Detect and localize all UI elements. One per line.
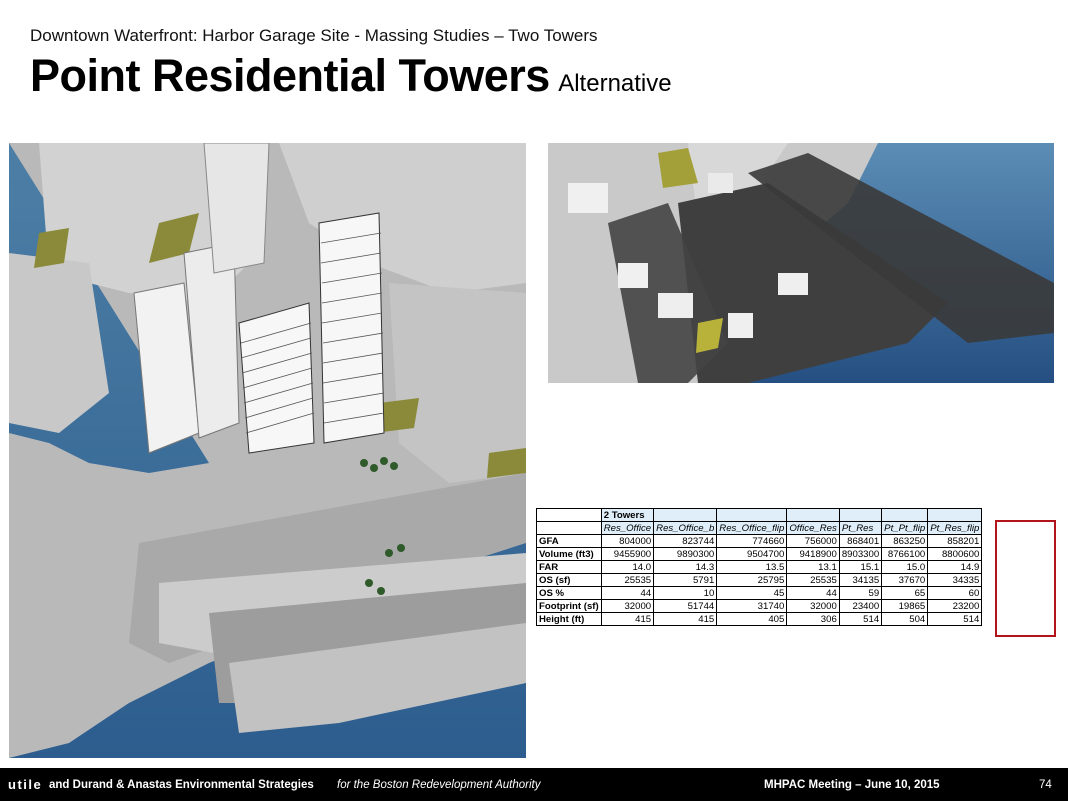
row-label: Volume (ft3) xyxy=(536,547,602,561)
table-cell: 8800600 xyxy=(927,547,983,561)
table-cell: 415 xyxy=(600,612,655,626)
table-cell: 863250 xyxy=(881,534,929,548)
table-cell: 32000 xyxy=(786,599,840,613)
table-cell: 19865 xyxy=(881,599,929,613)
table-row: FAR 14.0 14.3 13.5 13.1 15.1 15.0 14.9 xyxy=(536,560,983,574)
table-cell: 13.5 xyxy=(716,560,788,574)
table-cell: 25535 xyxy=(786,573,840,587)
row-label: FAR xyxy=(536,560,602,574)
slide-subtitle: Downtown Waterfront: Harbor Garage Site … xyxy=(30,26,598,45)
table-cell: 65 xyxy=(881,586,929,600)
table-cell: 51744 xyxy=(653,599,718,613)
table-row: Volume (ft3) 9455900 9890300 9504700 941… xyxy=(536,547,983,561)
footer-meeting: MHPAC Meeting – June 10, 2015 xyxy=(764,779,940,791)
row-label: OS (sf) xyxy=(536,573,602,587)
table-cell: 14.9 xyxy=(927,560,983,574)
utile-logo: utile xyxy=(8,777,43,792)
table-cell: 44 xyxy=(786,586,840,600)
table-cell: 306 xyxy=(786,612,840,626)
table-cell: 514 xyxy=(838,612,883,626)
table-cell: 45 xyxy=(716,586,788,600)
table-cell: 9455900 xyxy=(600,547,655,561)
slide-footer: utile and Durand & Anastas Environmental… xyxy=(0,768,1068,801)
table-cell: 34135 xyxy=(838,573,883,587)
page-number: 74 xyxy=(1039,779,1052,791)
group-header-blank xyxy=(838,508,883,522)
table-cell: 25795 xyxy=(716,573,788,587)
column-header: Res_Office_flip xyxy=(716,521,788,535)
column-header: Pt_Pt_flip xyxy=(881,521,929,535)
table-cell: 44 xyxy=(600,586,655,600)
group-header-2-towers: 2 Towers xyxy=(600,508,655,522)
table-cell: 34335 xyxy=(927,573,983,587)
shadow-study-image xyxy=(548,143,1054,383)
aerial-massing-image xyxy=(9,143,526,758)
table-row: OS (sf) 25535 5791 25795 25535 34135 376… xyxy=(536,573,983,587)
table-cell: 9504700 xyxy=(716,547,788,561)
column-header: Res_Office_b xyxy=(653,521,718,535)
table-group-header-row: 2 Towers xyxy=(536,508,983,522)
table-cell: 23400 xyxy=(838,599,883,613)
table-row: Footprint (sf) 32000 51744 31740 32000 2… xyxy=(536,599,983,613)
column-header: Office_Res xyxy=(786,521,840,535)
row-label: Height (ft) xyxy=(536,612,602,626)
table-cell: 10 xyxy=(653,586,718,600)
row-label: OS % xyxy=(536,586,602,600)
table-cell: 13.1 xyxy=(786,560,840,574)
table-cell: 9418900 xyxy=(786,547,840,561)
footer-credit: and Durand & Anastas Environmental Strat… xyxy=(49,779,314,791)
table-cell: 868401 xyxy=(838,534,883,548)
table-cell: 823744 xyxy=(653,534,718,548)
table-corner-cell xyxy=(536,521,602,535)
table-cell: 9890300 xyxy=(653,547,718,561)
highlight-box-pt-res-flip xyxy=(995,520,1056,637)
table-cell: 756000 xyxy=(786,534,840,548)
table-cell: 8766100 xyxy=(881,547,929,561)
table-cell: 14.3 xyxy=(653,560,718,574)
table-cell: 8903300 xyxy=(838,547,883,561)
table-cell: 32000 xyxy=(600,599,655,613)
table-cell: 5791 xyxy=(653,573,718,587)
table-cell: 25535 xyxy=(600,573,655,587)
table-cell: 415 xyxy=(653,612,718,626)
group-header-blank xyxy=(716,508,788,522)
group-header-blank xyxy=(786,508,840,522)
table-cell: 15.0 xyxy=(881,560,929,574)
table-cell: 14.0 xyxy=(600,560,655,574)
table-cell: 774660 xyxy=(716,534,788,548)
footer-client: for the Boston Redevelopment Authority xyxy=(337,779,541,791)
table-cell: 23200 xyxy=(927,599,983,613)
table-row: OS % 44 10 45 44 59 65 60 xyxy=(536,586,983,600)
table-column-header-row: Res_Office Res_Office_b Res_Office_flip … xyxy=(536,521,983,535)
table-row: GFA 804000 823744 774660 756000 868401 8… xyxy=(536,534,983,548)
table-cell: 59 xyxy=(838,586,883,600)
table-cell: 504 xyxy=(881,612,929,626)
column-header: Res_Office xyxy=(600,521,655,535)
slide-title: Point Residential Towers xyxy=(30,50,550,101)
table-cell: 858201 xyxy=(927,534,983,548)
row-label: Footprint (sf) xyxy=(536,599,602,613)
table-cell: 60 xyxy=(927,586,983,600)
table-cell: 405 xyxy=(716,612,788,626)
table-cell: 31740 xyxy=(716,599,788,613)
table-corner-cell xyxy=(536,508,602,522)
table-cell: 15.1 xyxy=(838,560,883,574)
group-header-blank xyxy=(653,508,718,522)
row-label: GFA xyxy=(536,534,602,548)
table-cell: 37670 xyxy=(881,573,929,587)
massing-data-table: 2 Towers Res_Office Res_Office_b Res_Off… xyxy=(536,508,983,626)
slide-title-suffix: Alternative xyxy=(558,70,672,97)
column-header: Pt_Res_flip xyxy=(927,521,983,535)
group-header-blank xyxy=(927,508,983,522)
slide-title-row: Point Residential Towers Alternative xyxy=(30,50,672,102)
column-header: Pt_Res xyxy=(838,521,883,535)
table-row: Height (ft) 415 415 405 306 514 504 514 xyxy=(536,612,983,626)
table-cell: 514 xyxy=(927,612,983,626)
group-header-blank xyxy=(881,508,929,522)
table-cell: 804000 xyxy=(600,534,655,548)
